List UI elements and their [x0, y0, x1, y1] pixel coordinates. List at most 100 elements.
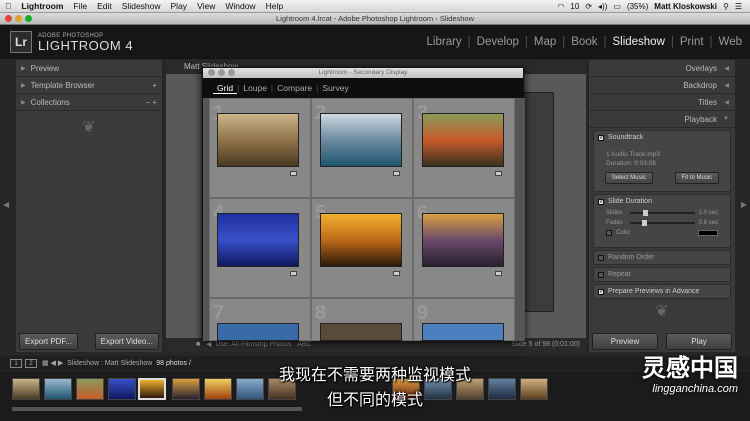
- expand-triangle-icon[interactable]: ▼: [723, 116, 729, 122]
- add-template-icon[interactable]: +: [152, 81, 157, 90]
- checkbox-icon[interactable]: [598, 271, 604, 278]
- left-panel: ▶ Preview ▶ Template Browser + ▶ Collections…: [16, 60, 162, 352]
- panel-collections[interactable]: ▶ Collections − +: [16, 94, 162, 111]
- use-source[interactable]: Use: All Filmstrip Photos: [215, 341, 291, 348]
- slides-slider[interactable]: Slides 1.0 sec: [594, 208, 730, 218]
- random-order-checkbox[interactable]: Random Order: [594, 251, 730, 264]
- volume-icon[interactable]: ◂)): [598, 2, 607, 11]
- module-web[interactable]: Web: [717, 36, 744, 48]
- module-develop[interactable]: Develop: [475, 36, 521, 48]
- soundtrack-checkbox[interactable]: ✓ Soundtrack: [594, 131, 730, 144]
- prev-slide-icon[interactable]: ◀: [206, 341, 211, 348]
- grid-cell[interactable]: 3: [413, 98, 515, 198]
- tab-loupe[interactable]: Loupe: [239, 83, 271, 93]
- right-panel-toggle-icon[interactable]: ▶: [741, 200, 747, 209]
- collapse-triangle-icon[interactable]: ▶: [21, 99, 26, 106]
- notification-counter[interactable]: 10: [570, 2, 579, 11]
- menu-item-lightroom[interactable]: Lightroom: [21, 1, 63, 11]
- left-panel-toggle-icon[interactable]: ◀: [3, 200, 9, 209]
- module-map[interactable]: Map: [532, 36, 558, 48]
- grid-cell[interactable]: 2: [311, 98, 413, 198]
- photo-thumbnail[interactable]: [320, 213, 402, 267]
- sync-icon[interactable]: ⟳: [585, 2, 592, 11]
- photo-thumbnail[interactable]: [422, 323, 504, 341]
- photo-thumbnail[interactable]: [320, 113, 402, 167]
- slider-knob[interactable]: [641, 220, 647, 226]
- grid-cell[interactable]: 7: [209, 298, 311, 341]
- stop-icon[interactable]: ■: [196, 341, 200, 348]
- fit-to-music-button[interactable]: Fit to Music: [674, 172, 720, 184]
- grid-cell[interactable]: 8: [311, 298, 413, 341]
- photo-thumbnail[interactable]: [217, 113, 299, 167]
- collapse-triangle-icon[interactable]: ▶: [21, 82, 26, 89]
- panel-template-browser[interactable]: ▶ Template Browser +: [16, 77, 162, 94]
- tab-compare[interactable]: Compare: [273, 83, 316, 93]
- slides-value[interactable]: 1.0: [699, 210, 707, 216]
- prepare-previews-checkbox[interactable]: ✓ Prepare Previews in Advance: [594, 285, 730, 298]
- photo-thumbnail[interactable]: [217, 323, 299, 341]
- menu-item-slideshow[interactable]: Slideshow: [122, 1, 161, 11]
- module-book[interactable]: Book: [569, 36, 599, 48]
- fades-slider[interactable]: Fades 0.9 sec: [594, 218, 730, 228]
- close-icon[interactable]: [5, 15, 12, 22]
- minimize-icon[interactable]: [15, 15, 22, 22]
- battery-icon[interactable]: ▭: [613, 2, 621, 11]
- minimize-icon[interactable]: [218, 69, 225, 76]
- collapse-triangle-icon[interactable]: ◀: [724, 99, 729, 106]
- grid-cell[interactable]: 9: [413, 298, 515, 341]
- spotlight-icon[interactable]: ⚲: [723, 2, 729, 11]
- photo-thumbnail[interactable]: [422, 113, 504, 167]
- photo-thumbnail[interactable]: [217, 213, 299, 267]
- photo-thumbnail[interactable]: [320, 323, 402, 341]
- secondary-display-window[interactable]: Lightroom - Secondary Display Grid | Loup…: [202, 67, 525, 341]
- checkmark-icon[interactable]: ✓: [598, 288, 604, 295]
- collection-actions-icon[interactable]: − +: [145, 98, 157, 107]
- panel-playback[interactable]: Playback ▼: [589, 111, 735, 128]
- user-name[interactable]: Matt Kloskowski: [654, 2, 717, 11]
- color-swatch[interactable]: [698, 230, 718, 236]
- zoom-icon[interactable]: [228, 69, 235, 76]
- menu-item-help[interactable]: Help: [266, 1, 283, 11]
- menu-item-edit[interactable]: Edit: [97, 1, 112, 11]
- collapse-triangle-icon[interactable]: ▶: [21, 65, 26, 72]
- menu-item-window[interactable]: Window: [225, 1, 255, 11]
- slider-track[interactable]: [630, 210, 695, 216]
- checkmark-icon[interactable]: ✓: [598, 134, 604, 141]
- close-icon[interactable]: [208, 69, 215, 76]
- collapse-triangle-icon[interactable]: ◀: [724, 82, 729, 89]
- grid-cell[interactable]: 4: [209, 198, 311, 298]
- repeat-checkbox[interactable]: Repeat: [594, 268, 730, 281]
- panel-overlays[interactable]: Overlays ◀: [589, 60, 735, 77]
- grid-cell[interactable]: 6: [413, 198, 515, 298]
- module-slideshow[interactable]: Slideshow: [610, 36, 666, 48]
- slider-knob[interactable]: [642, 210, 648, 216]
- module-print[interactable]: Print: [678, 36, 706, 48]
- menu-item-view[interactable]: View: [197, 1, 215, 11]
- export-video-button[interactable]: Export Video...: [94, 333, 159, 350]
- slider-track[interactable]: [630, 220, 695, 226]
- color-checkbox[interactable]: [606, 230, 612, 236]
- checkmark-icon[interactable]: ✓: [598, 198, 604, 205]
- collapse-triangle-icon[interactable]: ◀: [724, 65, 729, 72]
- module-library[interactable]: Library: [425, 36, 464, 48]
- grid-cell[interactable]: 1: [209, 98, 311, 198]
- slide-duration-checkbox[interactable]: ✓ Slide Duration: [594, 195, 730, 208]
- apple-icon[interactable]: : [5, 1, 11, 11]
- panel-backdrop[interactable]: Backdrop ◀: [589, 77, 735, 94]
- menu-item-play[interactable]: Play: [171, 1, 188, 11]
- list-icon[interactable]: ☰: [735, 2, 742, 11]
- photo-thumbnail[interactable]: [422, 213, 504, 267]
- grid-cell[interactable]: 5: [311, 198, 413, 298]
- select-music-button[interactable]: Select Music: [604, 172, 653, 184]
- text-overlay-button[interactable]: ABC: [297, 341, 311, 348]
- fades-value[interactable]: 0.9: [699, 220, 707, 226]
- wifi-icon[interactable]: ◠: [557, 2, 564, 11]
- panel-titles[interactable]: Titles ◀: [589, 94, 735, 111]
- tab-grid[interactable]: Grid: [213, 83, 238, 94]
- zoom-icon[interactable]: [25, 15, 32, 22]
- tab-survey[interactable]: Survey: [318, 83, 352, 93]
- menu-item-file[interactable]: File: [73, 1, 87, 11]
- panel-preview[interactable]: ▶ Preview: [16, 60, 162, 77]
- checkbox-icon[interactable]: [598, 254, 604, 261]
- export-pdf-button[interactable]: Export PDF...: [19, 333, 79, 350]
